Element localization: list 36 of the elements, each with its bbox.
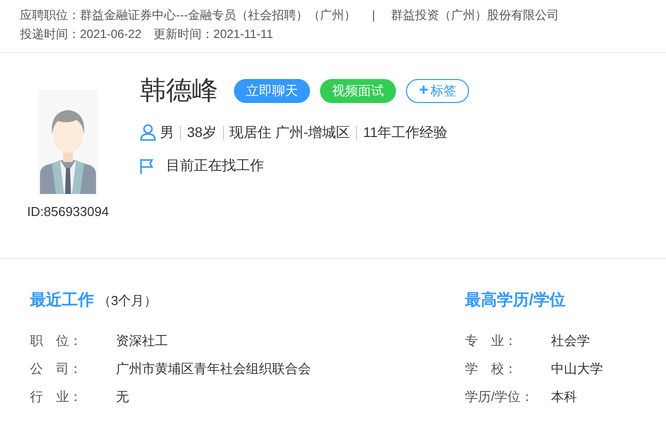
- flag-icon: [140, 158, 154, 174]
- profile-fact: 38岁: [187, 123, 217, 142]
- section-title: 最近工作: [30, 290, 94, 311]
- position-label: 应聘职位：: [20, 7, 80, 24]
- field-label: 专 业：: [465, 332, 518, 350]
- field-label: 学 校：: [465, 360, 518, 378]
- video-interview-button[interactable]: 视频面试: [320, 78, 396, 102]
- updated-label: 更新时间：: [153, 26, 214, 43]
- field-value: 中山大学: [551, 360, 603, 378]
- section-title: 最高学历/学位: [465, 292, 566, 309]
- candidate-name: 韩德峰: [140, 74, 218, 107]
- candidate-id: ID:856933094: [27, 203, 109, 221]
- separator-text: |: [372, 7, 376, 24]
- field-label: 公 司：: [30, 360, 83, 378]
- company-text: 群益投资（广州）股份有限公司: [391, 7, 560, 24]
- work-duration: （3个月）: [98, 292, 158, 310]
- profile-fact: 现居住 广州-增城区: [230, 123, 350, 142]
- profile-fact: 11年工作经验: [363, 123, 448, 142]
- updated-date: 2021-11-11: [213, 26, 273, 43]
- job-search-status: 目前正在找工作: [166, 156, 264, 175]
- field-label: 行 业：: [30, 388, 83, 406]
- position-text: 群益金融证券中心---金融专员（社会招聘）（广州）: [80, 7, 356, 24]
- profile-fact: 男: [160, 123, 174, 142]
- field-value: 资深社工: [116, 332, 168, 350]
- chat-button[interactable]: 立即聊天: [234, 78, 310, 102]
- applied-label: 投递时间：: [20, 26, 80, 43]
- field-value: 广州市黄埔区青年社会组织联合会: [116, 360, 311, 378]
- person-icon: [140, 124, 156, 141]
- field-label: 学历/学位：: [465, 388, 535, 406]
- tag-button[interactable]: +标签: [406, 78, 470, 102]
- avatar-silhouette-icon: [38, 90, 98, 194]
- field-label: 职 位：: [30, 332, 83, 350]
- field-value: 社会学: [551, 332, 590, 350]
- field-value: 本科: [551, 388, 577, 406]
- applied-date: 2021-06-22: [80, 26, 142, 43]
- field-value: 无: [116, 388, 129, 406]
